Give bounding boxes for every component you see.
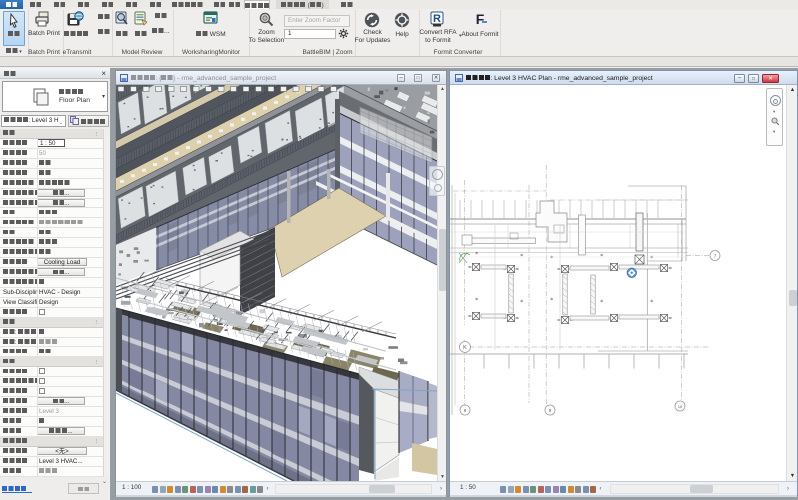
svg-text:K: K <box>463 345 467 351</box>
svg-text:F: F <box>476 11 485 27</box>
svg-text:R: R <box>433 13 441 25</box>
svg-text:10: 10 <box>678 404 683 409</box>
